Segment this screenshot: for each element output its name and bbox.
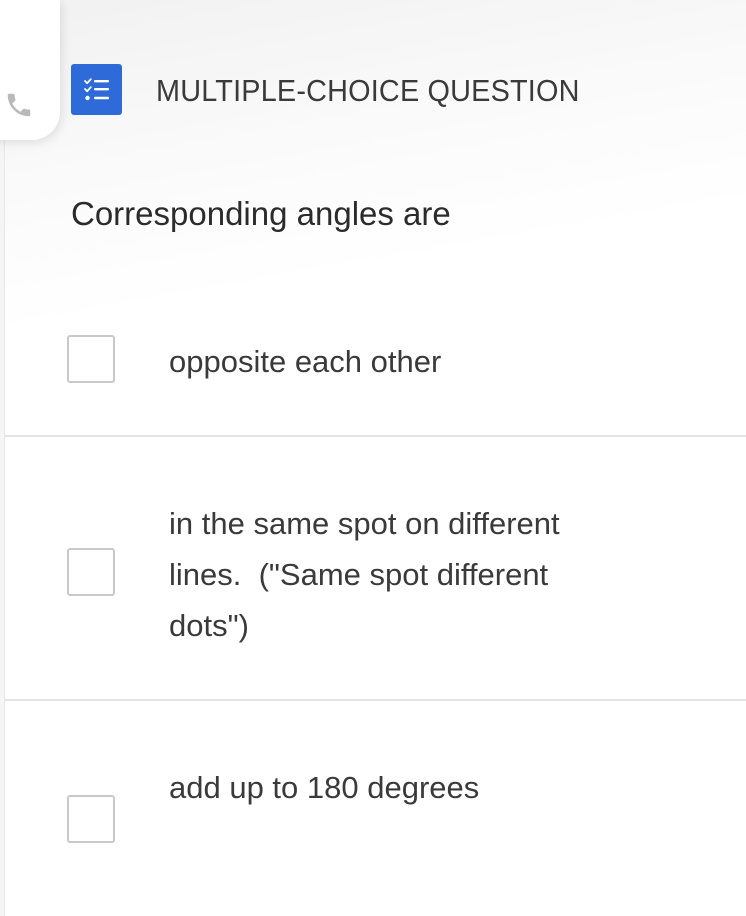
option-2-label[interactable]: in the same spot on different lines. ("S… xyxy=(169,498,629,651)
option-1-checkbox[interactable] xyxy=(67,335,115,383)
question-text: Corresponding angles are xyxy=(71,195,451,232)
option-2-checkbox[interactable] xyxy=(67,548,115,596)
checklist-glyph xyxy=(83,77,109,100)
option-3-checkbox[interactable] xyxy=(67,795,115,843)
question-type-label: MULTIPLE-CHOICE QUESTION xyxy=(156,73,580,108)
phone-icon[interactable] xyxy=(4,90,34,120)
option-divider xyxy=(4,435,746,437)
option-3-label[interactable]: add up to 180 degrees xyxy=(169,762,629,813)
checklist-icon xyxy=(71,64,122,115)
call-tab[interactable] xyxy=(0,0,60,140)
question-screen: MULTIPLE-CHOICE QUESTION Corresponding a… xyxy=(0,0,746,916)
option-divider xyxy=(4,699,746,701)
option-1-label[interactable]: opposite each other xyxy=(169,336,629,387)
